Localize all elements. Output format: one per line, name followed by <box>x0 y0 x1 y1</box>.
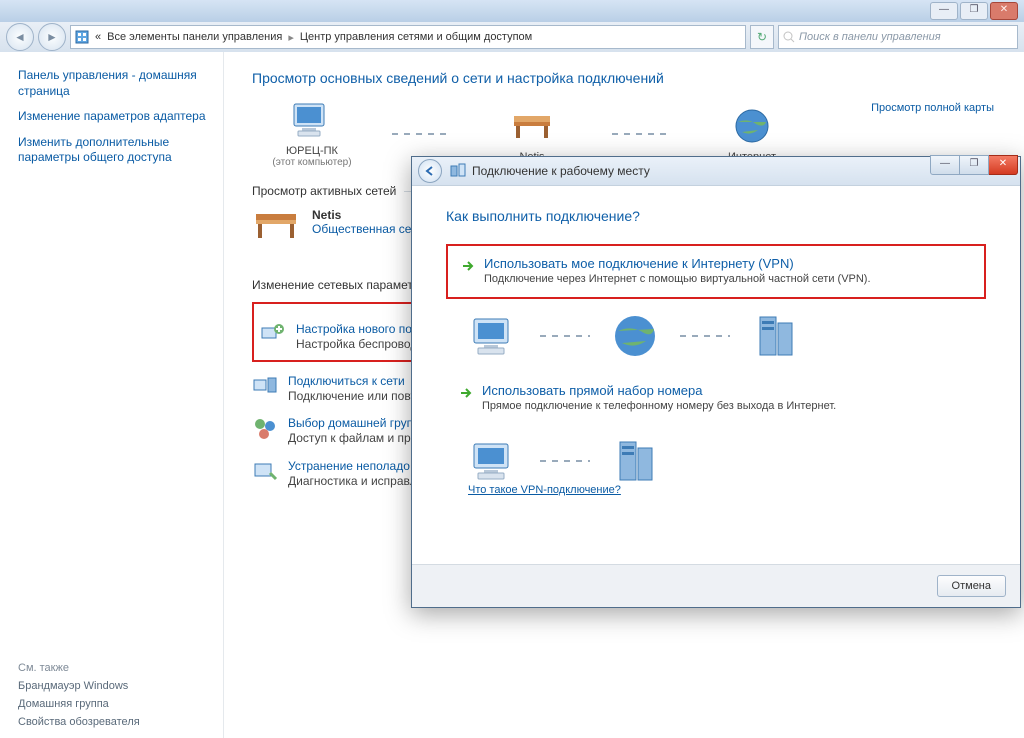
sidebar: Панель управления - домашняя страница Из… <box>0 52 224 738</box>
cancel-button[interactable]: Отмена <box>937 575 1006 597</box>
arrow-right-icon <box>458 385 474 401</box>
outer-minimize-button[interactable]: — <box>930 2 958 20</box>
address-bar-row: ◄ ► « Все элементы панели управления ▸ Ц… <box>0 22 1024 53</box>
outer-window-chrome: — ❐ ✕ <box>0 0 1024 23</box>
breadcrumb-current[interactable]: Центр управления сетями и общим доступом <box>300 31 532 43</box>
server-icon <box>748 313 802 359</box>
connect-network-icon <box>252 374 278 400</box>
sidebar-footer-internet-options[interactable]: Свойства обозревателя <box>18 716 188 728</box>
refresh-button[interactable]: ↻ <box>750 25 774 49</box>
vpn-graphic <box>468 313 986 359</box>
dialup-graphic <box>468 438 986 484</box>
arrow-left-icon <box>424 165 436 177</box>
node-pc-sublabel: (этот компьютер) <box>252 157 372 168</box>
workplace-icon <box>450 163 466 179</box>
control-panel-icon <box>75 30 89 44</box>
server-icon <box>608 438 662 484</box>
refresh-icon: ↻ <box>757 30 767 44</box>
active-network-status[interactable]: Общественная сеть <box>312 222 423 236</box>
dialog-body: Как выполнить подключение? Использовать … <box>412 186 1020 506</box>
outer-maximize-button[interactable]: ❐ <box>960 2 988 20</box>
see-also-header: См. также <box>18 662 188 674</box>
view-full-map-link[interactable]: Просмотр полной карты <box>871 102 994 114</box>
router-bench-icon <box>508 106 556 146</box>
nav-forward-button[interactable]: ► <box>38 23 66 51</box>
computer-icon <box>468 313 522 359</box>
network-node-router[interactable]: Netis <box>472 106 592 163</box>
page-title: Просмотр основных сведений о сети и наст… <box>252 70 1004 86</box>
option-vpn-desc: Подключение через Интернет с помощью вир… <box>484 273 871 285</box>
active-network-name: Netis <box>312 208 423 222</box>
sidebar-footer: См. также Брандмауэр Windows Домашняя гр… <box>18 656 188 728</box>
option-dialup-desc: Прямое подключение к телефонному номеру … <box>482 400 836 412</box>
network-node-pc[interactable]: ЮРЕЦ-ПК (этот компьютер) <box>252 100 372 168</box>
what-is-vpn-link[interactable]: Что такое VPN-подключение? <box>468 484 986 496</box>
computer-icon <box>288 100 336 140</box>
arrow-right-icon <box>460 258 476 274</box>
option-dialup[interactable]: Использовать прямой набор номера Прямое … <box>446 373 986 424</box>
option-dialup-title: Использовать прямой набор номера <box>482 383 836 398</box>
network-line <box>392 133 452 135</box>
active-networks-label: Просмотр активных сетей <box>252 184 396 198</box>
outer-close-button[interactable]: ✕ <box>990 2 1018 20</box>
search-input[interactable]: Поиск в панели управления <box>778 25 1018 49</box>
dialog-question: Как выполнить подключение? <box>446 208 986 224</box>
search-placeholder: Поиск в панели управления <box>799 31 941 43</box>
chevron-right-icon: ► <box>46 30 58 44</box>
chevron-left-icon: ◄ <box>14 30 26 44</box>
computer-icon <box>468 438 522 484</box>
node-pc-label: ЮРЕЦ-ПК <box>252 145 372 157</box>
network-params-label: Изменение сетевых параметров <box>252 278 433 292</box>
bench-icon <box>252 208 300 244</box>
globe-icon <box>608 313 662 359</box>
sidebar-footer-homegroup[interactable]: Домашняя группа <box>18 698 188 710</box>
option-vpn[interactable]: Использовать мое подключение к Интернету… <box>446 244 986 299</box>
breadcrumb[interactable]: « Все элементы панели управления ▸ Центр… <box>70 25 746 49</box>
homegroup-icon <box>252 416 278 442</box>
breadcrumb-all-items[interactable]: Все элементы панели управления <box>107 31 282 43</box>
dialog-minimize-button[interactable]: — <box>930 155 960 175</box>
sidebar-item-adapter-settings[interactable]: Изменение параметров адаптера <box>18 109 213 125</box>
dialog-titlebar[interactable]: Подключение к рабочему месту — ❐ ✕ <box>412 157 1020 186</box>
sidebar-home-link[interactable]: Панель управления - домашняя страница <box>18 68 213 99</box>
dialog-footer: Отмена <box>412 564 1020 607</box>
dialog-back-button[interactable] <box>418 159 442 183</box>
globe-icon <box>728 106 776 146</box>
search-icon <box>783 31 795 43</box>
dialog-maximize-button[interactable]: ❐ <box>960 155 989 175</box>
nav-back-button[interactable]: ◄ <box>6 23 34 51</box>
dialog-close-button[interactable]: ✕ <box>989 155 1018 175</box>
option-vpn-title: Использовать мое подключение к Интернету… <box>484 256 871 271</box>
network-node-internet[interactable]: Интернет <box>692 106 812 163</box>
breadcrumb-separator: ▸ <box>288 31 294 44</box>
new-connection-icon <box>260 322 286 348</box>
param-title: Устранение неполадо <box>288 459 417 473</box>
breadcrumb-laquo: « <box>95 31 101 43</box>
param-desc: Диагностика и исправл <box>288 473 417 489</box>
sidebar-footer-firewall[interactable]: Брандмауэр Windows <box>18 680 188 692</box>
connection-wizard-dialog: Подключение к рабочему месту — ❐ ✕ Как в… <box>411 156 1021 608</box>
network-line <box>612 133 672 135</box>
sidebar-item-sharing-settings[interactable]: Изменить дополнительные параметры общего… <box>18 135 213 166</box>
troubleshoot-icon <box>252 459 278 485</box>
dialog-title: Подключение к рабочему месту <box>472 164 650 178</box>
